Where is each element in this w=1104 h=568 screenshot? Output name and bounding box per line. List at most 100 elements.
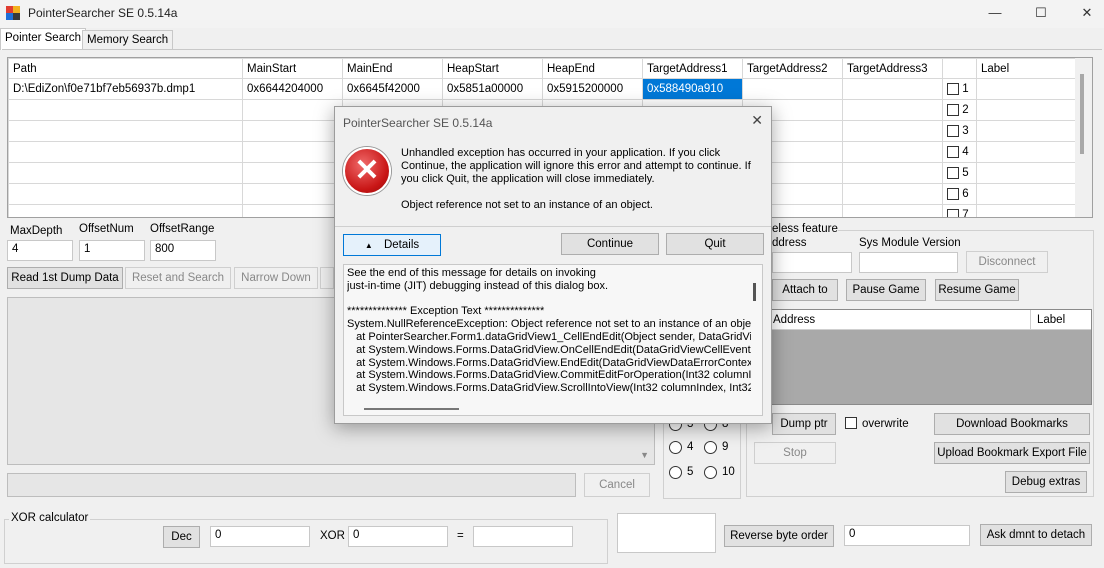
header-divider — [1030, 310, 1031, 330]
radio-5[interactable] — [669, 466, 682, 479]
radio-9[interactable] — [704, 441, 717, 454]
details-hscroll-thumb[interactable] — [364, 408, 459, 410]
xor-input-1[interactable]: 0 — [210, 526, 310, 547]
title-bar: PointerSearcher SE 0.5.14a — ☐ ✕ — [0, 0, 1104, 28]
column-header-heapstart[interactable]: HeapStart — [442, 58, 543, 79]
radio-4[interactable] — [669, 441, 682, 454]
dump-ptr-button[interactable]: Dump ptr — [772, 413, 836, 435]
close-window-button[interactable]: ✕ — [1064, 0, 1104, 26]
row-checkbox[interactable] — [947, 124, 959, 137]
offsetrange-input[interactable]: 800 — [150, 240, 216, 261]
row-checkbox[interactable] — [947, 208, 959, 217]
column-header-target1[interactable]: TargetAddress1 — [642, 58, 743, 79]
xor-group-label: XOR calculator — [9, 512, 91, 524]
column-header-heapend[interactable]: HeapEnd — [542, 58, 643, 79]
column-header-address[interactable]: Address — [773, 314, 815, 326]
radio-4-label: 4 — [687, 441, 694, 453]
row-number: 2 — [962, 104, 969, 117]
offsetnum-input[interactable]: 1 — [79, 240, 145, 261]
cell-mainend[interactable]: 0x6645f42000 — [342, 78, 443, 100]
ip-address-input[interactable] — [772, 252, 852, 273]
grid-header-row: Path MainStart MainEnd HeapStart HeapEnd… — [8, 58, 1077, 79]
xor-result[interactable] — [473, 526, 573, 547]
row-number: 1 — [962, 83, 969, 96]
maxdepth-input[interactable]: 4 — [7, 240, 73, 261]
table-row[interactable]: D:\EdiZon\f0e71bf7eb56937b.dmp1 0x664420… — [8, 78, 1077, 100]
details-arrow-icon: ▲ — [364, 241, 373, 250]
reset-search-button[interactable]: Reset and Search — [125, 267, 231, 289]
maximize-button[interactable]: ☐ — [1018, 0, 1064, 26]
row-checkbox[interactable] — [947, 187, 959, 200]
row-checkbox[interactable] — [947, 166, 959, 179]
error-icon: ✕ — [343, 147, 391, 195]
row-number: 7 — [962, 209, 969, 218]
column-header-label[interactable]: Label — [976, 58, 1077, 79]
window-title: PointerSearcher SE 0.5.14a — [28, 6, 178, 20]
cell-heapstart[interactable]: 0x5851a00000 — [442, 78, 543, 100]
maxdepth-label: MaxDepth — [10, 225, 63, 237]
details-vscroll-thumb[interactable] — [753, 283, 756, 301]
pause-game-button[interactable]: Pause Game — [846, 279, 926, 301]
sys-module-label: Sys Module Version — [859, 237, 961, 249]
column-header-mainstart[interactable]: MainStart — [242, 58, 343, 79]
details-button[interactable]: ▲ Details — [343, 234, 441, 256]
ask-dmnt-detach-button[interactable]: Ask dmnt to detach — [980, 524, 1092, 546]
bookmark-grid[interactable]: Address Label — [768, 309, 1092, 405]
download-bookmarks-button[interactable]: Download Bookmarks — [934, 413, 1090, 435]
column-header-target2[interactable]: TargetAddress2 — [742, 58, 843, 79]
dialog-close-icon[interactable]: ✕ — [751, 112, 763, 129]
stop-button[interactable]: Stop — [754, 442, 836, 464]
cell-heapend[interactable]: 0x5915200000 — [542, 78, 643, 100]
dec-button[interactable]: Dec — [163, 526, 200, 548]
row-checkbox[interactable] — [947, 145, 959, 158]
row-number: 6 — [962, 188, 969, 201]
upload-bookmark-button[interactable]: Upload Bookmark Export File — [934, 442, 1090, 464]
reverse-input[interactable] — [617, 513, 716, 553]
grid-scrollbar[interactable] — [1075, 58, 1092, 217]
xor-input-2[interactable]: 0 — [348, 526, 448, 547]
narrow-down-button[interactable]: Narrow Down — [234, 267, 318, 289]
cell-target3[interactable] — [842, 78, 943, 100]
debug-extras-button[interactable]: Debug extras — [1005, 471, 1087, 493]
tab-memory-search[interactable]: Memory Search — [82, 30, 174, 50]
dialog-detail-message: Object reference not set to an instance … — [401, 199, 653, 211]
xor-label: XOR — [320, 530, 345, 542]
minimize-button[interactable]: — — [972, 0, 1018, 26]
disconnect-button[interactable]: Disconnect — [966, 251, 1048, 273]
details-textbox[interactable]: See the end of this message for details … — [343, 264, 763, 416]
radio-10[interactable] — [704, 466, 717, 479]
scroll-down-icon[interactable]: ▼ — [640, 450, 649, 460]
dialog-separator — [335, 226, 771, 227]
exception-dialog: PointerSearcher SE 0.5.14a ✕ ✕ Unhandled… — [334, 106, 772, 424]
reverse-output[interactable]: 0 — [844, 525, 970, 546]
resume-game-button[interactable]: Resume Game — [935, 279, 1019, 301]
column-header-mainend[interactable]: MainEnd — [342, 58, 443, 79]
column-header-path[interactable]: Path — [8, 58, 243, 79]
cell-mainstart[interactable]: 0x6644204000 — [242, 78, 343, 100]
read-dump-button[interactable]: Read 1st Dump Data — [7, 267, 123, 289]
quit-button[interactable]: Quit — [666, 233, 764, 255]
row-number: 4 — [962, 146, 969, 159]
column-header-check[interactable] — [942, 58, 977, 79]
column-header-target3[interactable]: TargetAddress3 — [842, 58, 943, 79]
continue-button[interactable]: Continue — [561, 233, 659, 255]
grid-scroll-thumb[interactable] — [1080, 74, 1084, 154]
cell-check[interactable]: 1 — [942, 78, 977, 100]
row-checkbox[interactable] — [947, 82, 959, 95]
cancel-search-button[interactable]: Cancel — [584, 473, 650, 497]
cell-target2[interactable] — [742, 78, 843, 100]
attach-button[interactable]: Attach to — [772, 279, 838, 301]
cell-path[interactable]: D:\EdiZon\f0e71bf7eb56937b.dmp1 — [8, 78, 243, 100]
overwrite-checkbox[interactable] — [845, 417, 857, 429]
cell-target1-selected[interactable]: 0x588490a910 — [642, 78, 743, 100]
offsetnum-label: OffsetNum — [79, 223, 134, 235]
row-checkbox[interactable] — [947, 103, 959, 116]
dialog-message: Unhandled exception has occurred in your… — [401, 147, 751, 185]
reverse-byte-order-button[interactable]: Reverse byte order — [724, 525, 834, 547]
progress-bar — [7, 473, 576, 497]
tab-pointer-search[interactable]: Pointer Search — [0, 28, 87, 50]
sys-module-input[interactable] — [859, 252, 958, 273]
extra-button[interactable] — [320, 267, 334, 289]
column-header-label[interactable]: Label — [1037, 314, 1065, 326]
cell-label[interactable] — [976, 78, 1077, 100]
